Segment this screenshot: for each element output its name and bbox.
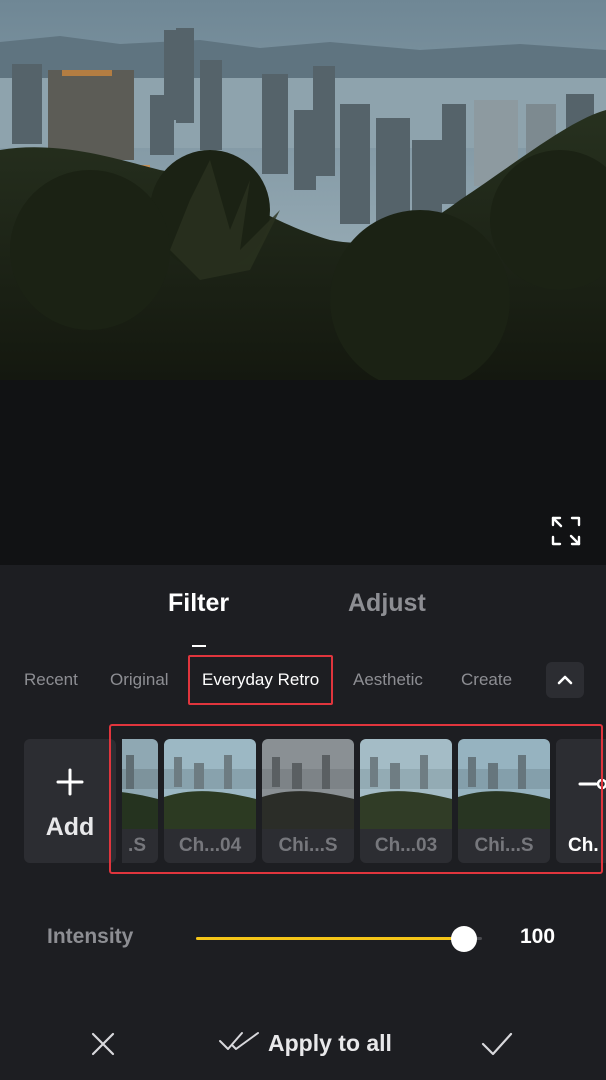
intensity-label: Intensity [47,925,134,948]
filter-tile[interactable]: .S [122,739,158,863]
intensity-slider[interactable] [196,915,482,963]
close-icon[interactable] [88,1029,118,1059]
apply-to-all-label: Apply to all [268,1029,392,1056]
plus-icon [24,767,116,802]
tab-filter[interactable]: Filter [168,589,229,618]
photo-preview [0,0,606,565]
filter-thumbnail [458,739,550,829]
add-filter-label: Add [45,813,95,841]
filter-name: Chi...S [474,835,534,856]
slider-knob[interactable] [451,926,477,952]
intensity-value: 100 [520,925,556,948]
tab-adjust[interactable]: Adjust [348,589,426,618]
filter-panel: Filter Adjust Recent Original Everyday R… [0,565,606,1080]
category-everyday-retro[interactable]: Everyday Retro [188,655,334,705]
check-icon[interactable] [480,1029,514,1059]
add-filter-button[interactable]: Add [24,739,116,863]
fullscreen-expand-icon[interactable] [548,513,584,549]
filter-thumbnail [122,739,158,829]
filter-tile[interactable]: Chi...S [262,739,354,863]
filter-name: Ch...04 [178,835,242,856]
apply-to-all-button[interactable]: Apply to all [218,1025,392,1061]
active-tab-indicator [192,645,206,647]
filter-thumbnail [556,739,606,829]
filter-name: Ch...03 [374,835,438,856]
filter-thumbnail [262,739,354,829]
filter-name: Chi...S [278,835,338,856]
filter-tile[interactable]: Ch. [556,739,606,863]
chevron-up-icon[interactable] [546,662,584,698]
filter-thumbnail [360,739,452,829]
filter-category-row: Recent Original Everyday Retro Aesthetic… [0,653,606,707]
filter-tile[interactable]: Ch...03 [360,739,452,863]
filter-tile[interactable]: Ch...04 [164,739,256,863]
filter-name: .S [128,835,146,856]
filter-list: Add .S Ch...04 Chi...S Ch...03 Chi...S C… [0,737,606,867]
category-create[interactable]: Create [461,653,512,707]
double-check-icon [218,1029,260,1058]
category-original[interactable]: Original [110,653,169,707]
intensity-row: Intensity 100 [0,915,606,963]
filter-tile[interactable]: Chi...S [458,739,550,863]
city-photo [0,0,606,380]
category-recent[interactable]: Recent [24,653,78,707]
category-aesthetic[interactable]: Aesthetic [353,653,423,707]
mode-tabs: Filter Adjust [0,589,606,647]
filter-thumbnail-strip[interactable]: .S Ch...04 Chi...S Ch...03 Chi...S Ch. [122,737,606,867]
filter-name: Ch. [568,835,599,856]
slider-fill [196,937,464,940]
bottom-action-bar: Apply to all [0,1021,606,1065]
filter-thumbnail [164,739,256,829]
